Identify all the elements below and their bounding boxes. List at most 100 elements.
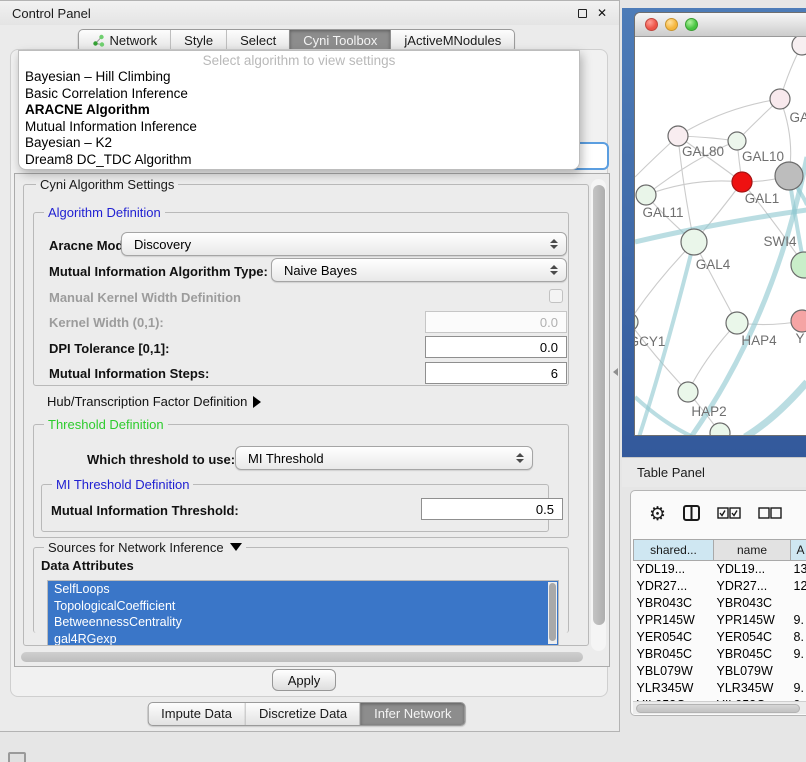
network-node[interactable] (775, 162, 803, 190)
network-edge[interactable] (688, 323, 737, 392)
table-row[interactable]: YLR345WYLR345W9. (634, 680, 806, 697)
network-tab-icon (91, 34, 104, 47)
split-columns-icon[interactable] (683, 505, 700, 524)
gear-icon[interactable]: ⚙ (649, 505, 666, 524)
algorithm-option[interactable]: Basic Correlation Inference (19, 86, 579, 103)
sources-group-title[interactable]: Sources for Network Inference (44, 540, 246, 555)
network-edge[interactable] (694, 242, 737, 323)
table-row[interactable]: YPR145WYPR145W9. (634, 612, 806, 629)
table-panel-header: Table Panel (622, 457, 806, 487)
network-node-label: GCY1 (635, 334, 665, 349)
mi-threshold-label: Mutual Information Threshold: (51, 503, 239, 518)
tab-impute-data[interactable]: Impute Data (148, 703, 245, 725)
data-attribute-item[interactable]: TopologicalCoefficient (48, 598, 558, 615)
algorithm-option[interactable]: Mutual Information Inference (19, 119, 579, 136)
table-panel-title: Table Panel (637, 465, 705, 480)
table-row[interactable]: YBL079WYBL079W (634, 663, 806, 680)
network-node-swi4[interactable] (791, 252, 806, 278)
aracne-mode-combobox[interactable]: Discovery (121, 232, 567, 256)
algorithm-option[interactable]: Bayesian – Hill Climbing (19, 69, 579, 86)
mi-algorithm-type-combobox[interactable]: Naive Bayes (271, 258, 567, 282)
data-attribute-item[interactable]: gal4RGexp (48, 631, 558, 647)
data-attributes-list[interactable]: SelfLoopsTopologicalCoefficientBetweenne… (47, 580, 559, 646)
close-traffic-light-icon[interactable] (645, 18, 658, 31)
close-icon[interactable]: ✕ (597, 7, 607, 19)
node-attribute-table: shared... name A YDL19...YDL19...13YDR27… (633, 539, 806, 714)
table-horizontal-scrollbar[interactable] (633, 701, 806, 714)
dpi-tolerance-field[interactable]: 0.0 (425, 336, 567, 358)
attributes-scrollbar[interactable] (548, 582, 557, 644)
network-window-titlebar[interactable] (635, 13, 806, 37)
settings-scroll-pane: Cyni Algorithm Settings Algorithm Defini… (14, 173, 610, 667)
kernel-width-field[interactable]: 0.0 (425, 311, 567, 333)
tab-infer-network[interactable]: Infer Network (360, 703, 464, 725)
panel-divider-arrow-icon[interactable] (613, 368, 618, 376)
network-node-gal[interactable] (770, 89, 790, 109)
network-node-label: GAL11 (642, 205, 683, 220)
table-row[interactable]: YBR045CYBR045C9. (634, 646, 806, 663)
float-window-icon[interactable] (578, 9, 587, 18)
cyni-algorithm-settings-title: Cyni Algorithm Settings (36, 177, 178, 192)
table-row[interactable]: YBR043CYBR043C (634, 595, 806, 612)
network-node-label: GAL10 (742, 149, 784, 164)
network-node-label: HAP4 (741, 333, 777, 348)
which-threshold-combobox[interactable]: MI Threshold (235, 446, 533, 470)
algorithm-dropdown-prompt: Select algorithm to view settings (19, 52, 579, 69)
table-row[interactable]: YER054CYER054C8. (634, 629, 806, 646)
column-header-name[interactable]: name (714, 540, 791, 561)
network-canvas[interactable]: GALGAL80GAL10GAL1GAL11SWI4GAL4GCY1HAP4YH… (635, 37, 806, 436)
dpi-tolerance-value: 0.0 (540, 340, 558, 355)
network-node-gal10[interactable] (728, 132, 746, 150)
expand-arrow-icon (253, 396, 261, 408)
network-node-gal11[interactable] (636, 185, 656, 205)
unchecked-checkboxes-icon[interactable] (758, 507, 782, 522)
settings-horizontal-scrollbar[interactable] (19, 651, 589, 663)
network-node[interactable] (792, 37, 806, 55)
column-header-shared-name[interactable]: shared... (634, 540, 714, 561)
combo-arrows-icon (550, 233, 558, 255)
hub-definition-expander[interactable]: Hub/Transcription Factor Definition (47, 394, 261, 409)
network-edge-highlighted[interactable] (745, 382, 806, 436)
control-panel-titlebar: Control Panel ✕ (0, 1, 619, 25)
network-edge[interactable] (646, 181, 742, 195)
network-node-gal4[interactable] (681, 229, 707, 255)
data-attribute-item[interactable]: SelfLoops (48, 581, 558, 598)
table-row[interactable]: YDR27...YDR27...12 (634, 578, 806, 595)
network-edge[interactable] (678, 99, 780, 136)
minimized-panel-box[interactable] (8, 752, 26, 762)
network-node-label: HAP2 (691, 404, 726, 419)
data-attributes-label: Data Attributes (41, 558, 134, 573)
column-header-truncated[interactable]: A (791, 540, 806, 561)
network-node-y[interactable] (791, 310, 806, 332)
which-threshold-label: Which threshold to use: (87, 452, 235, 467)
network-node-label: GAL1 (745, 191, 780, 206)
network-node-gal80[interactable] (668, 126, 688, 146)
mi-steps-field[interactable]: 6 (425, 362, 567, 384)
algorithm-option[interactable]: Dream8 DC_TDC Algorithm (19, 152, 579, 169)
manual-kernel-width-checkbox[interactable] (549, 289, 563, 303)
minimize-traffic-light-icon[interactable] (665, 18, 678, 31)
network-node-gcy1[interactable] (635, 313, 638, 331)
network-node-hap2[interactable] (678, 382, 698, 402)
mi-threshold-field[interactable]: 0.5 (421, 498, 563, 520)
table-row[interactable]: YDL19...YDL19...13 (634, 561, 806, 578)
algorithm-option[interactable]: ARACNE Algorithm (19, 102, 579, 119)
settings-vertical-scrollbar[interactable] (591, 179, 606, 651)
network-node[interactable] (710, 423, 730, 436)
mi-type-label: Mutual Information Algorithm Type: (49, 264, 268, 279)
threshold-definition-title: Threshold Definition (44, 417, 168, 432)
network-node-label: GAL80 (682, 144, 724, 159)
checked-checkboxes-icon[interactable] (717, 507, 741, 522)
kernel-width-label: Kernel Width (0,1): (49, 315, 164, 330)
network-node-gal1[interactable] (732, 172, 752, 192)
data-attribute-item[interactable]: BetweennessCentrality (48, 614, 558, 631)
algorithm-option[interactable]: Bayesian – K2 (19, 135, 579, 152)
control-panel-window: Control Panel ✕ Network Style Select Cyn… (0, 0, 620, 732)
tab-discretize-data[interactable]: Discretize Data (245, 703, 360, 725)
cyni-bottom-tab-bar: Impute Data Discretize Data Infer Networ… (147, 702, 465, 726)
table-toolbar: ⚙ (631, 491, 806, 537)
apply-button[interactable]: Apply (272, 669, 336, 691)
control-panel-title: Control Panel (12, 6, 91, 21)
network-node-hap4[interactable] (726, 312, 748, 334)
zoom-traffic-light-icon[interactable] (685, 18, 698, 31)
